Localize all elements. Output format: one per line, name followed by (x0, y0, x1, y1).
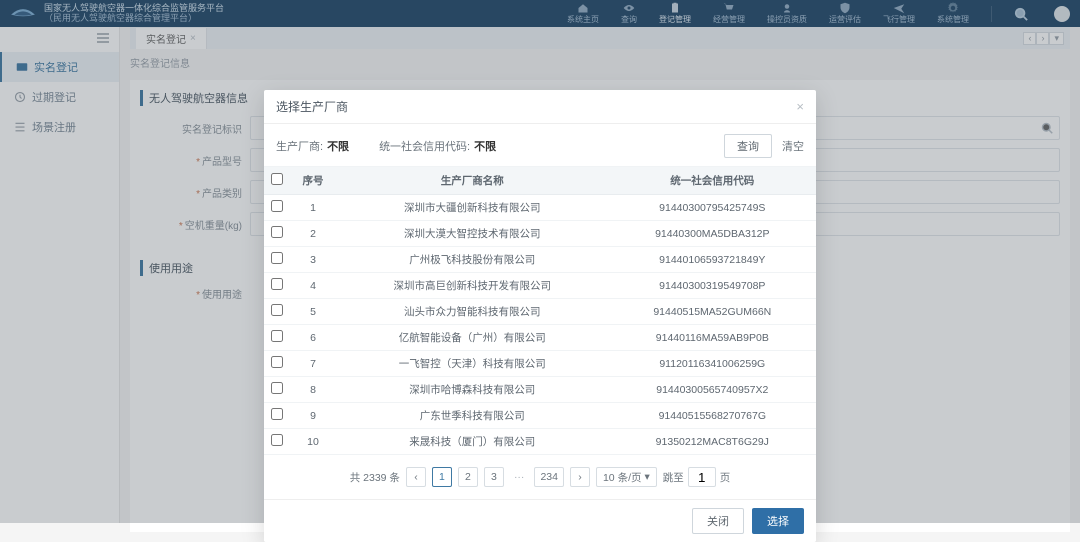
row-name: 深圳市哈博森科技有限公司 (336, 377, 609, 403)
col-checkbox (264, 167, 290, 195)
jump-input[interactable] (688, 467, 716, 487)
modal-close-button[interactable]: 关闭 (692, 508, 744, 534)
filter-value[interactable]: 不限 (474, 138, 496, 154)
row-checkbox[interactable] (271, 408, 283, 420)
filter-code: 统一社会信用代码: 不限 (379, 138, 496, 154)
table-row[interactable]: 1深圳市大疆创新科技有限公司91440300795425749S (264, 195, 816, 221)
table-row[interactable]: 4深圳市高巨创新科技开发有限公司91440300319549708P (264, 273, 816, 299)
row-index: 2 (290, 221, 336, 247)
select-all-checkbox[interactable] (271, 173, 283, 185)
manufacturer-modal: 选择生产厂商 × 生产厂商: 不限 统一社会信用代码: 不限 查询 清空 序号 (264, 90, 816, 542)
clear-link[interactable]: 清空 (782, 138, 804, 154)
row-index: 5 (290, 299, 336, 325)
row-checkbox[interactable] (271, 382, 283, 394)
row-code: 91120116341006259G (609, 351, 816, 377)
row-code: 91440300MA5DBA312P (609, 221, 816, 247)
row-code: 91440106593721849Y (609, 247, 816, 273)
jump-suffix: 页 (720, 470, 731, 485)
query-button[interactable]: 查询 (724, 134, 772, 158)
row-index: 4 (290, 273, 336, 299)
row-index: 3 (290, 247, 336, 273)
row-name: 广州极飞科技股份有限公司 (336, 247, 609, 273)
pager-prev[interactable]: ‹ (406, 467, 426, 487)
row-index: 6 (290, 325, 336, 351)
row-code: 91440300795425749S (609, 195, 816, 221)
pager-next[interactable]: › (570, 467, 590, 487)
row-checkbox[interactable] (271, 356, 283, 368)
filter-value[interactable]: 不限 (327, 138, 349, 154)
pager-dots: ··· (510, 471, 529, 483)
row-code: 91440515568270767G (609, 403, 816, 429)
pager-page-2[interactable]: 2 (458, 467, 478, 487)
pager-jump: 跳至 页 (663, 467, 731, 487)
filter-label: 统一社会信用代码: (379, 138, 470, 154)
close-icon[interactable]: × (796, 99, 804, 114)
pager-page-3[interactable]: 3 (484, 467, 504, 487)
table-row[interactable]: 8深圳市哈博森科技有限公司91440300565740957X2 (264, 377, 816, 403)
col-index: 序号 (290, 167, 336, 195)
row-checkbox[interactable] (271, 278, 283, 290)
filter-manufacturer: 生产厂商: 不限 (276, 138, 349, 154)
row-index: 1 (290, 195, 336, 221)
pager-size-select[interactable]: 10 条/页 ▾ (596, 467, 657, 487)
table-row[interactable]: 10来晟科技（厦门）有限公司91350212MAC8T6G29J (264, 429, 816, 455)
row-name: 来晟科技（厦门）有限公司 (336, 429, 609, 455)
table-row[interactable]: 3广州极飞科技股份有限公司91440106593721849Y (264, 247, 816, 273)
size-label: 10 条/页 (603, 470, 642, 485)
table-row[interactable]: 6亿航智能设备（广州）有限公司91440116MA59AB9P0B (264, 325, 816, 351)
row-index: 10 (290, 429, 336, 455)
row-name: 汕头市众力智能科技有限公司 (336, 299, 609, 325)
modal-mask: 选择生产厂商 × 生产厂商: 不限 统一社会信用代码: 不限 查询 清空 序号 (0, 0, 1080, 523)
table-row[interactable]: 9广东世季科技有限公司91440515568270767G (264, 403, 816, 429)
table-row[interactable]: 5汕头市众力智能科技有限公司91440515MA52GUM66N (264, 299, 816, 325)
jump-label: 跳至 (663, 470, 684, 485)
table-row[interactable]: 7一飞智控（天津）科技有限公司91120116341006259G (264, 351, 816, 377)
row-checkbox[interactable] (271, 434, 283, 446)
row-name: 广东世季科技有限公司 (336, 403, 609, 429)
row-name: 深圳大漠大智控技术有限公司 (336, 221, 609, 247)
row-index: 7 (290, 351, 336, 377)
row-code: 91440300565740957X2 (609, 377, 816, 403)
row-checkbox[interactable] (271, 330, 283, 342)
row-name: 深圳市大疆创新科技有限公司 (336, 195, 609, 221)
row-checkbox[interactable] (271, 304, 283, 316)
row-code: 91440116MA59AB9P0B (609, 325, 816, 351)
chevron-down-icon: ▾ (644, 471, 649, 483)
pager: 共 2339 条 ‹ 1 2 3 ··· 234 › 10 条/页 ▾ 跳至 页 (264, 455, 816, 499)
row-index: 9 (290, 403, 336, 429)
row-name: 亿航智能设备（广州）有限公司 (336, 325, 609, 351)
pager-page-last[interactable]: 234 (534, 467, 564, 487)
row-code: 91440515MA52GUM66N (609, 299, 816, 325)
filter-label: 生产厂商: (276, 138, 323, 154)
col-name: 生产厂商名称 (336, 167, 609, 195)
table-row[interactable]: 2深圳大漠大智控技术有限公司91440300MA5DBA312P (264, 221, 816, 247)
modal-title: 选择生产厂商 (276, 98, 348, 115)
manufacturer-table: 序号 生产厂商名称 统一社会信用代码 1深圳市大疆创新科技有限公司9144030… (264, 167, 816, 455)
row-code: 91440300319549708P (609, 273, 816, 299)
pager-page-1[interactable]: 1 (432, 467, 452, 487)
row-checkbox[interactable] (271, 200, 283, 212)
row-name: 深圳市高巨创新科技开发有限公司 (336, 273, 609, 299)
row-checkbox[interactable] (271, 252, 283, 264)
pager-total: 共 2339 条 (350, 470, 400, 485)
row-name: 一飞智控（天津）科技有限公司 (336, 351, 609, 377)
modal-choose-button[interactable]: 选择 (752, 508, 804, 534)
row-index: 8 (290, 377, 336, 403)
col-code: 统一社会信用代码 (609, 167, 816, 195)
row-checkbox[interactable] (271, 226, 283, 238)
row-code: 91350212MAC8T6G29J (609, 429, 816, 455)
